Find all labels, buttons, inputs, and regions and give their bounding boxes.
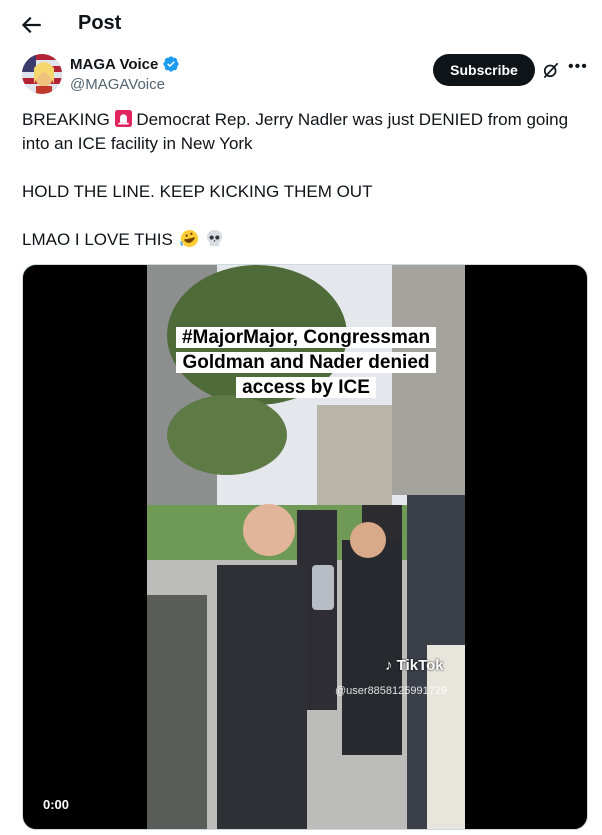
author-handle[interactable]: @MAGAVoice — [70, 76, 165, 93]
video-frame[interactable]: #MajorMajor, Congressman Goldman and Nad… — [147, 265, 465, 829]
avatar-image-icon — [22, 54, 62, 94]
back-arrow-icon[interactable] — [18, 12, 44, 38]
tiktok-watermark: ♪ TikTok — [385, 657, 444, 674]
tweet-line-3: LMAO I LOVE THIS — [22, 228, 582, 252]
video-player[interactable]: #MajorMajor, Congressman Goldman and Nad… — [22, 264, 588, 830]
video-caption: #MajorMajor, Congressman Goldman and Nad… — [147, 325, 465, 400]
tweet-text: BREAKING Democrat Rep. Jerry Nadler was … — [22, 108, 582, 252]
subscribe-button[interactable]: Subscribe — [433, 54, 535, 86]
page-title: Post — [78, 12, 122, 34]
skull-emoji-icon — [207, 229, 223, 247]
tiktok-username: @user8858125991729 — [335, 685, 448, 697]
tweet-line-1: BREAKING Democrat Rep. Jerry Nadler was … — [22, 110, 569, 153]
top-bar: Post — [0, 0, 602, 50]
rofl-emoji-icon — [179, 229, 198, 248]
tweet-line-2: HOLD THE LINE. KEEP KICKING THEM OUT — [22, 182, 373, 201]
verified-badge-icon — [163, 56, 180, 72]
grok-icon[interactable] — [541, 60, 561, 80]
siren-emoji-icon — [114, 110, 132, 127]
more-options-icon[interactable]: ••• — [568, 58, 588, 76]
avatar[interactable] — [22, 54, 62, 94]
author-name-row[interactable]: MAGA Voice — [70, 55, 180, 73]
video-timestamp: 0:00 — [43, 797, 70, 812]
author-name[interactable]: MAGA Voice — [70, 56, 158, 73]
